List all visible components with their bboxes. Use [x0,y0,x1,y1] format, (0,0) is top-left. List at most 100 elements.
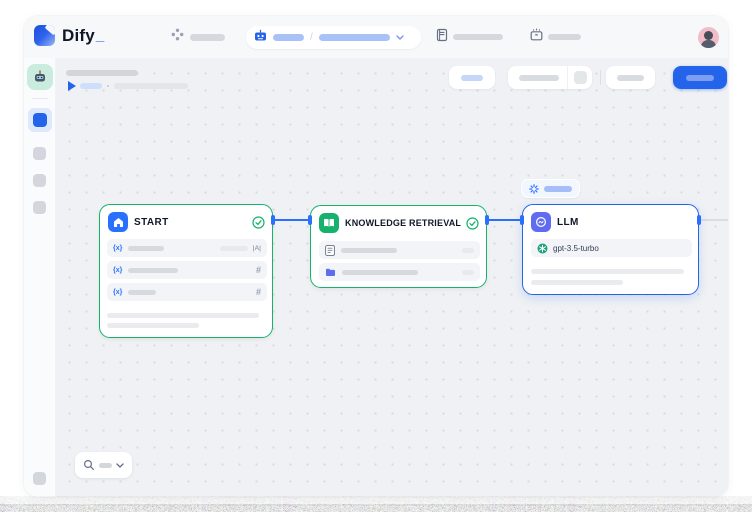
app-window: Dify _ / [24,16,728,497]
llm-running-badge [521,179,580,198]
agent-icon [530,28,543,46]
connector-icon [171,28,184,46]
run-status-row[interactable] [68,81,188,91]
folder-icon [325,268,336,277]
description-line [107,313,259,318]
zoom-control[interactable] [75,452,132,478]
status-label-pill [544,186,572,192]
header-agent-group[interactable] [530,16,581,58]
llm-model-row: gpt-3.5-turbo [531,239,692,257]
header-docs-group[interactable] [436,16,503,58]
notion-icon [325,245,335,256]
chevron-down-icon[interactable] [396,35,404,40]
node-start[interactable]: START {x} |A| {x} # {x} [99,204,273,338]
logo-text: Dify [62,26,95,46]
workflow-name-pill [319,34,390,41]
node-llm[interactable]: LLM gpt-3.5-turbo [522,204,699,295]
zoom-value-pill [99,463,112,468]
placeholder-pill [190,34,225,41]
left-sidebar [24,58,56,497]
workflow-icon [33,113,47,127]
model-name: gpt-3.5-turbo [553,244,599,253]
source-meta-pill [462,248,474,253]
start-variable-row: {x} # [107,261,267,279]
variable-name-pill [128,246,164,251]
handle-start-out[interactable] [271,215,275,225]
handle-knowledge-out[interactable] [485,215,489,225]
play-icon [68,81,76,91]
logo-mark-icon [34,25,55,46]
home-icon [108,212,128,232]
description-line [531,280,623,285]
handle-knowledge-in[interactable] [308,215,312,225]
noise-strip [0,496,752,506]
node-title: START [134,217,169,228]
description-line [531,269,684,274]
handle-llm-out[interactable] [697,215,701,225]
zoom-icon [83,459,95,471]
dify-logo[interactable]: Dify _ [34,25,104,46]
run-label-pill [80,83,102,89]
preview-button[interactable] [606,66,655,89]
placeholder-pill [548,34,581,40]
node-knowledge-header: KNOWLEDGE RETRIEVAL [319,213,479,233]
workflow-title-pill [66,70,138,76]
number-type-icon: # [256,287,261,297]
sidebar-divider [32,98,48,99]
run-split-button[interactable] [508,66,592,89]
workflow-canvas[interactable]: START {x} |A| {x} # {x} [56,58,728,497]
sidebar-item-placeholder-2[interactable] [33,174,46,187]
top-header: Dify _ / [24,16,728,58]
number-type-icon: # [256,265,261,275]
handle-llm-in[interactable] [520,215,524,225]
app-switcher[interactable]: / [246,26,421,49]
avatar[interactable] [698,27,719,48]
sidebar-item-placeholder-3[interactable] [33,201,46,214]
app-icon[interactable] [27,64,53,90]
edge-start-to-knowledge[interactable] [273,219,310,221]
breadcrumb-separator: / [310,32,313,43]
check-icon [466,217,479,230]
app-name-pill [273,34,304,41]
node-knowledge-retrieval[interactable]: KNOWLEDGE RETRIEVAL [310,205,487,288]
chevron-down-icon[interactable] [116,463,124,468]
sidebar-item-settings[interactable] [33,472,46,485]
toolbar-divider [600,70,601,85]
variable-icon: {x} [113,289,122,296]
button-label-pill [617,75,644,81]
edge-knowledge-to-llm[interactable] [487,219,522,221]
knowledge-source-row [319,263,480,281]
variable-icon: {x} [113,267,122,274]
start-variable-row: {x} # [107,283,267,301]
features-button[interactable] [449,66,495,89]
button-label-pill [686,75,714,81]
sidebar-item-workflow-active[interactable] [28,108,52,132]
llm-icon [531,212,551,232]
publish-button[interactable] [673,66,727,89]
run-meta-pill [114,83,188,89]
variable-name-pill [128,268,178,273]
variable-value-pill [220,246,248,251]
logo-cursor: _ [96,27,104,44]
string-type-icon: |A| [253,245,261,252]
noise-strip [0,504,752,512]
more-options-icon[interactable] [574,71,587,84]
robot-icon [254,29,267,47]
source-meta-pill [462,270,474,275]
openai-icon [537,243,548,254]
header-features-group[interactable] [171,16,225,58]
document-icon [436,28,448,47]
knowledge-source-row [319,241,480,259]
spinner-icon [529,184,539,194]
button-label-pill [519,75,559,81]
split-divider [567,66,568,89]
edge-llm-outgoing[interactable] [699,219,728,221]
node-title: KNOWLEDGE RETRIEVAL [345,218,461,228]
check-icon [252,216,265,229]
placeholder-pill [453,34,503,40]
description-line [107,323,199,328]
sidebar-item-placeholder-1[interactable] [33,147,46,160]
book-icon [319,213,339,233]
button-label-pill [461,75,483,81]
start-variable-row: {x} |A| [107,239,267,257]
